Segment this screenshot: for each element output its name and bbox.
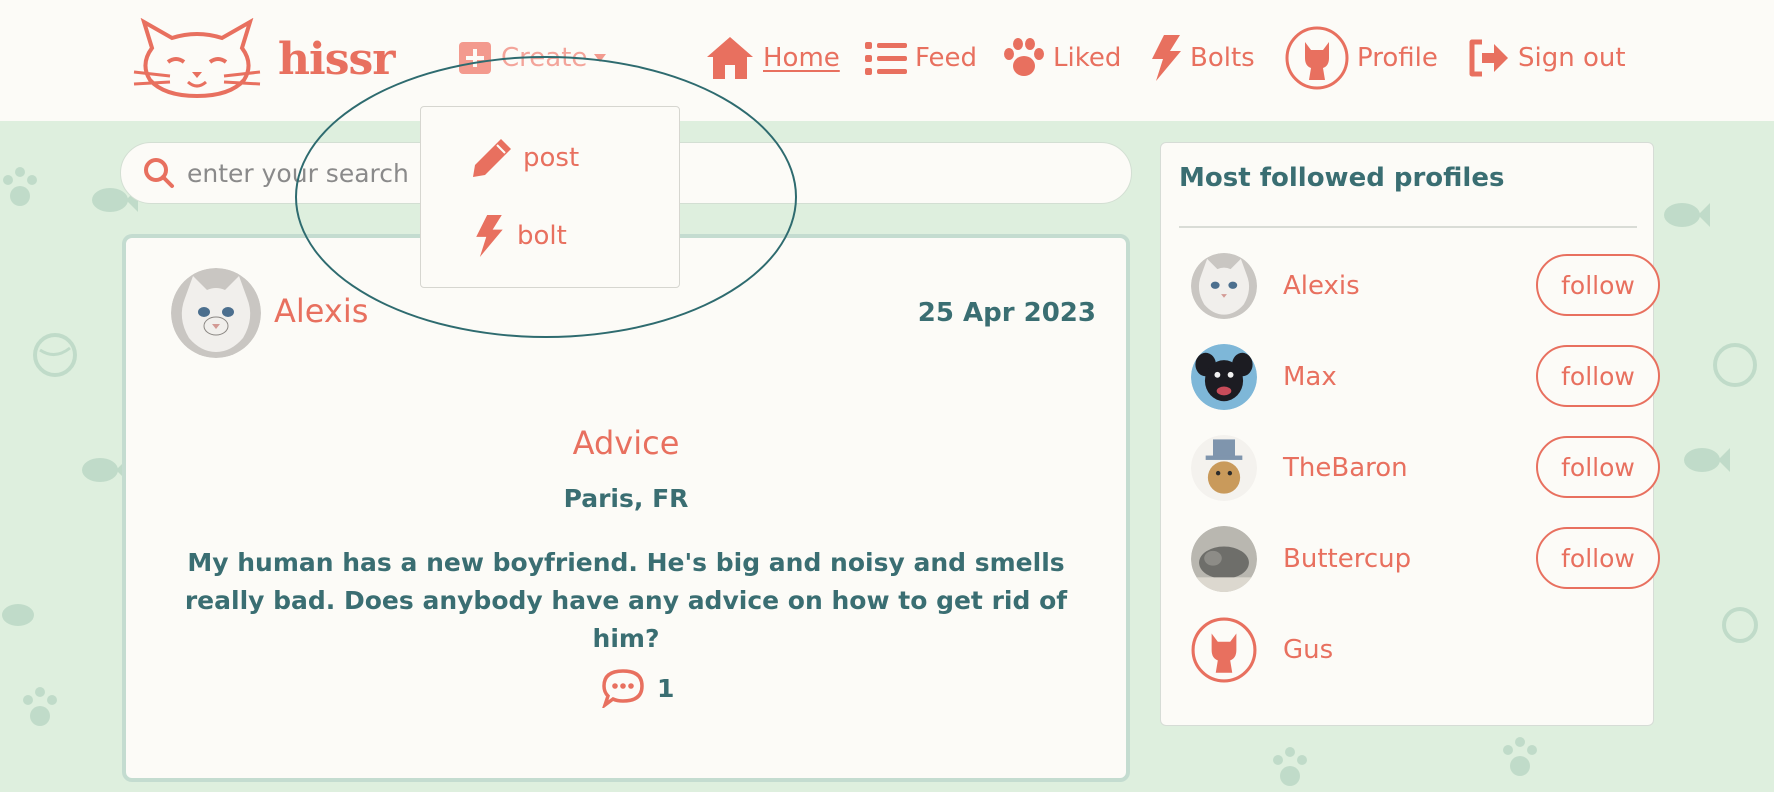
search-icon <box>144 158 174 188</box>
nav-signout[interactable]: Sign out <box>1468 34 1626 82</box>
paw-icon <box>1273 747 1307 786</box>
create-post-menu-item[interactable]: post <box>471 137 579 179</box>
avatar[interactable] <box>1191 617 1257 683</box>
avatar[interactable] <box>1191 253 1257 319</box>
create-post-label: post <box>523 143 580 173</box>
grey-cat-avatar-icon <box>1191 526 1257 592</box>
profile-name[interactable]: Alexis <box>1283 271 1360 301</box>
post-title: Advice <box>572 424 680 462</box>
brand-name: hissr <box>278 33 395 85</box>
nav-home-label: Home <box>763 43 840 73</box>
nav-signout-label: Sign out <box>1518 43 1626 73</box>
profile-name[interactable]: Max <box>1283 362 1337 392</box>
post-date: 25 Apr 2023 <box>917 298 1096 328</box>
profile-row-alexis: Alexis follow <box>1191 251 1660 321</box>
post-location: Paris, FR <box>563 484 689 513</box>
nav-feed-label: Feed <box>915 43 978 73</box>
profile-row-thebaron: TheBaron follow <box>1191 433 1660 503</box>
white-cat-avatar-icon <box>1191 253 1257 319</box>
follow-button[interactable]: follow <box>1536 345 1660 407</box>
follow-button[interactable]: follow <box>1536 527 1660 589</box>
most-followed-sidebar: Most followed profiles Alexis follow Max… <box>1160 142 1660 726</box>
nav-liked-label: Liked <box>1053 43 1122 73</box>
sidebar-title: Most followed profiles <box>1179 163 1505 193</box>
bolt-icon <box>476 215 503 257</box>
profile-row-buttercup: Buttercup follow <box>1191 524 1660 594</box>
profile-row-max: Max follow <box>1191 342 1660 412</box>
nav-profile-label: Profile <box>1357 43 1438 73</box>
paw-icon <box>1004 38 1044 76</box>
divider <box>1179 226 1637 228</box>
yarn-ball-icon <box>1722 607 1758 643</box>
nav-liked[interactable]: Liked <box>1003 34 1121 82</box>
nav-feed[interactable]: Feed <box>865 34 977 82</box>
plus-square-icon <box>459 42 491 74</box>
nav-bolts-label: Bolts <box>1190 43 1255 73</box>
post-author-avatar[interactable] <box>171 268 261 358</box>
follow-button[interactable]: follow <box>1536 436 1660 498</box>
brand[interactable]: hissr <box>130 18 395 100</box>
profile-row-gus: Gus <box>1191 615 1631 685</box>
paw-icon <box>23 687 57 726</box>
cat-face-logo-icon <box>133 18 261 99</box>
create-bolt-label: bolt <box>517 221 567 251</box>
post-card: Alexis 25 Apr 2023 Advice Paris, FR My h… <box>122 234 1130 782</box>
list-icon <box>865 42 907 75</box>
create-dropdown-menu: post bolt <box>420 106 680 288</box>
avatar[interactable] <box>1191 435 1257 501</box>
nav-profile[interactable]: Profile <box>1285 26 1438 90</box>
post-body: My human has a new boyfriend. He's big a… <box>184 548 1068 653</box>
fish-icon <box>82 458 128 482</box>
avatar[interactable] <box>1191 526 1257 592</box>
post-author-name[interactable]: Alexis <box>274 292 368 330</box>
cat-top-hat-avatar-icon <box>1191 435 1257 501</box>
comment-icon <box>602 669 644 708</box>
profile-name[interactable]: Buttercup <box>1283 544 1411 574</box>
nav-create-label: Create <box>501 43 588 73</box>
yarn-ball-icon <box>33 333 77 377</box>
paw-icon <box>1503 737 1537 776</box>
fish-icon <box>1684 448 1730 472</box>
create-bolt-menu-item[interactable]: bolt <box>471 215 567 257</box>
home-icon <box>707 37 753 79</box>
profile-name[interactable]: TheBaron <box>1283 453 1408 483</box>
navbar: hissr Create Home Feed Liked Bolts Profi… <box>0 0 1774 121</box>
fish-icon <box>1664 203 1710 227</box>
bolt-icon <box>1152 35 1181 81</box>
cat-avatar-icon <box>1285 26 1349 90</box>
profile-name[interactable]: Gus <box>1283 635 1333 665</box>
nav-create-dropdown[interactable]: Create <box>457 34 607 82</box>
black-dog-avatar-icon <box>1191 344 1257 410</box>
sign-out-icon <box>1469 39 1508 77</box>
caret-down-icon <box>594 54 607 62</box>
default-cat-avatar-icon <box>1191 617 1257 683</box>
avatar[interactable] <box>1191 344 1257 410</box>
nav-bolts[interactable]: Bolts <box>1150 34 1255 82</box>
paw-icon <box>3 167 37 206</box>
nav-home[interactable]: Home <box>705 34 840 82</box>
post-comments-button[interactable]: 1 <box>601 668 674 708</box>
fish-icon <box>2 604 34 626</box>
follow-button[interactable]: follow <box>1536 254 1660 316</box>
comment-count: 1 <box>657 673 675 703</box>
pencil-icon <box>473 139 511 177</box>
white-cat-avatar-icon <box>171 268 261 358</box>
yarn-ball-icon <box>1713 343 1757 387</box>
